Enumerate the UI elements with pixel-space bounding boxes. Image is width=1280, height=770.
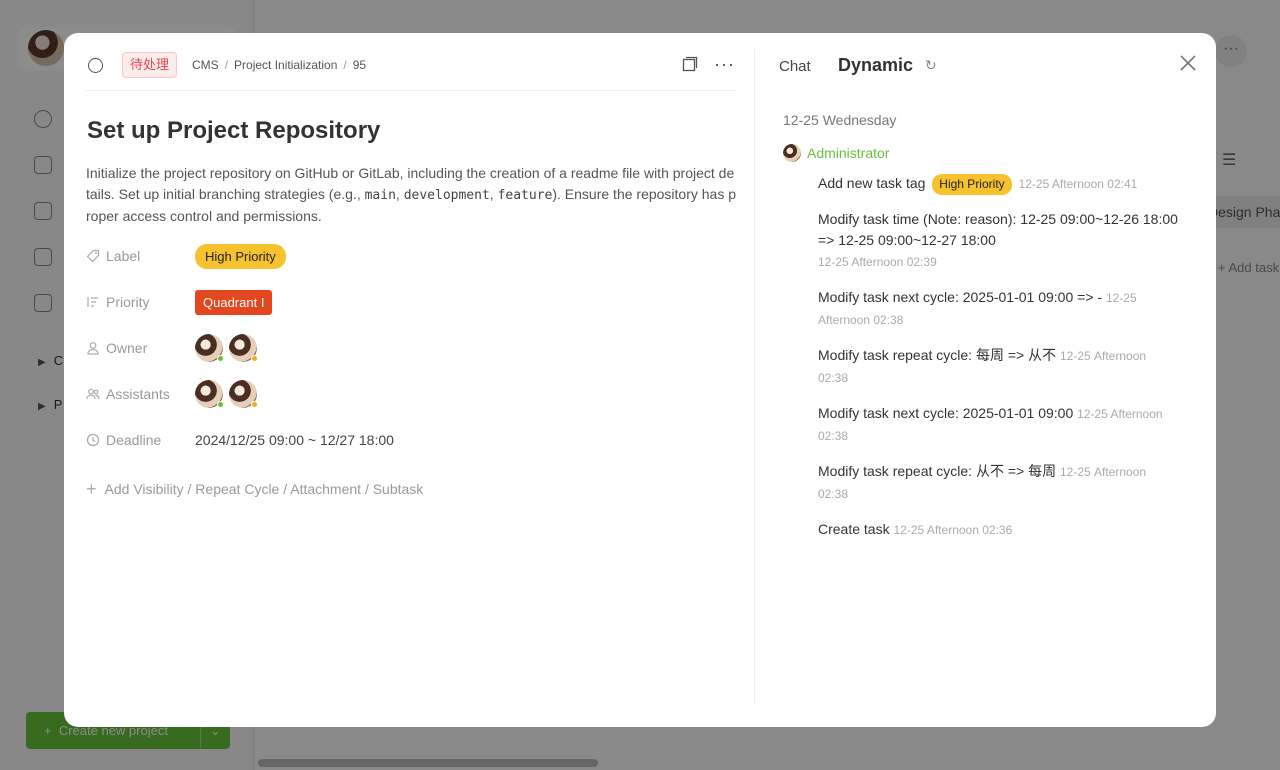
priority-icon: [87, 297, 98, 307]
activity-log: Add new task tag High Priority 12-25 Aft…: [818, 173, 1178, 555]
log-entry: Add new task tag High Priority 12-25 Aft…: [818, 173, 1178, 195]
log-entry: Modify task time (Note: reason): 12-25 0…: [818, 209, 1178, 273]
breadcrumb-separator: /: [224, 58, 229, 72]
owner-avatar[interactable]: [229, 334, 258, 362]
away-status-dot: [251, 401, 258, 408]
assistant-avatar[interactable]: [229, 380, 258, 408]
task-title[interactable]: Set up Project Repository: [87, 117, 380, 145]
pane-divider: [754, 49, 755, 705]
code-development: development: [403, 188, 490, 203]
log-text: Add new task tag: [818, 175, 926, 191]
clock-icon: [86, 433, 100, 447]
assistants-field-name: Assistants: [106, 386, 170, 402]
tab-chat[interactable]: Chat: [779, 58, 811, 75]
breadcrumb-separator: /: [343, 58, 347, 72]
log-text: Modify task repeat cycle: 从不 => 每周: [818, 463, 1057, 479]
task-description[interactable]: Initialize the project repository on Git…: [86, 163, 736, 227]
log-entry: Modify task next cycle: 2025-01-01 09:00…: [818, 403, 1178, 447]
log-text: Modify task repeat cycle: 每周 => 从不: [818, 347, 1057, 363]
log-text: Create task: [818, 521, 890, 537]
more-options-icon[interactable]: ···: [714, 54, 735, 75]
description-text: ,: [395, 186, 404, 202]
label-tag[interactable]: High Priority: [195, 243, 286, 269]
add-extra-fields-label: Add Visibility / Repeat Cycle / Attachme…: [104, 481, 424, 497]
log-text: Modify task next cycle: 2025-01-01 09:00: [818, 405, 1074, 421]
label-field-label: Label: [86, 248, 195, 264]
away-status-dot: [251, 355, 258, 362]
deadline-value[interactable]: 2024/12/25 09:00 ~ 12/27 18:00: [195, 432, 394, 448]
log-timestamp: 12-25 Afternoon 02:39: [818, 255, 937, 269]
log-entry: Create task 12-25 Afternoon 02:36: [818, 519, 1178, 541]
log-text: Modify task next cycle: 2025-01-01 09:00…: [818, 289, 1103, 305]
priority-field-name: Priority: [106, 294, 150, 310]
activity-pane: Chat Dynamic ↻ 12-25 Wednesday Administr…: [779, 33, 1216, 727]
breadcrumb-column[interactable]: Project Initialization: [234, 58, 337, 72]
add-extra-fields-button[interactable]: + Add Visibility / Repeat Cycle / Attach…: [86, 479, 424, 499]
activity-date: 12-25 Wednesday: [783, 112, 897, 128]
close-icon[interactable]: [1177, 52, 1199, 74]
label-field: Label High Priority: [86, 241, 286, 271]
activity-actor: Administrator: [783, 144, 889, 162]
log-tag: High Priority: [932, 174, 1012, 195]
breadcrumb-project[interactable]: CMS: [192, 58, 219, 72]
code-feature: feature: [497, 188, 553, 203]
task-header-bar: 待处理 CMS / Project Initialization / 95 ··…: [86, 51, 736, 91]
owner-field-label: Owner: [86, 340, 195, 356]
priority-badge[interactable]: Quadrant I: [195, 289, 273, 315]
refresh-icon[interactable]: ↻: [925, 57, 937, 74]
label-field-name: Label: [106, 248, 141, 264]
log-timestamp: 12-25 Afternoon 02:36: [893, 523, 1013, 537]
task-detail-modal: 待处理 CMS / Project Initialization / 95 ··…: [64, 33, 1216, 727]
task-detail-pane: 待处理 CMS / Project Initialization / 95 ··…: [86, 33, 736, 727]
assistants-field: Assistants: [86, 379, 263, 409]
description-text: ,: [489, 186, 498, 202]
code-main: main: [364, 188, 396, 203]
users-icon: [86, 388, 100, 400]
plus-icon: +: [86, 479, 97, 499]
log-entry: Modify task repeat cycle: 每周 => 从不 12-25…: [818, 345, 1178, 389]
owner-field-name: Owner: [106, 340, 148, 356]
deadline-field-name: Deadline: [106, 432, 162, 448]
status-badge[interactable]: 待处理: [122, 52, 178, 78]
log-timestamp: 12-25 Afternoon 02:41: [1018, 177, 1138, 191]
user-icon: [87, 342, 99, 355]
breadcrumb: CMS / Project Initialization / 95: [192, 58, 366, 72]
copy-window-icon[interactable]: [682, 56, 698, 72]
online-status-dot: [217, 401, 224, 408]
online-status-dot: [217, 355, 224, 362]
complete-toggle-icon[interactable]: [88, 58, 103, 73]
deadline-field: Deadline 2024/12/25 09:00 ~ 12/27 18:00: [86, 425, 394, 455]
actor-name[interactable]: Administrator: [807, 145, 889, 161]
assistant-avatar[interactable]: [195, 380, 224, 408]
priority-field: Priority Quadrant I: [86, 287, 273, 317]
assistants-field-label: Assistants: [86, 386, 195, 402]
priority-field-label: Priority: [86, 294, 195, 310]
log-entry: Modify task next cycle: 2025-01-01 09:00…: [818, 287, 1178, 331]
log-text: Modify task time (Note: reason): 12-25 0…: [818, 211, 1178, 248]
deadline-field-label: Deadline: [86, 432, 195, 448]
owner-avatar[interactable]: [195, 334, 224, 362]
tag-icon: [86, 249, 100, 263]
owner-field: Owner: [86, 333, 263, 363]
log-entry: Modify task repeat cycle: 从不 => 每周 12-25…: [818, 461, 1178, 505]
actor-avatar: [783, 144, 801, 162]
breadcrumb-task-id: 95: [352, 58, 367, 72]
tab-dynamic[interactable]: Dynamic: [838, 55, 913, 76]
